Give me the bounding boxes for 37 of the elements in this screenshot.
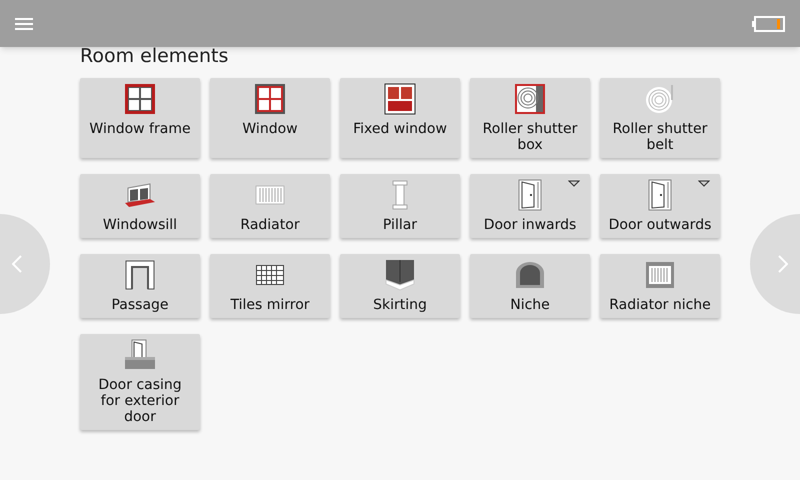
element-tile[interactable]: Door inwards	[470, 174, 590, 238]
element-tile[interactable]: Niche	[470, 254, 590, 318]
radiator-icon	[255, 184, 285, 206]
tile-grid-icon	[256, 265, 284, 285]
element-tile[interactable]: Roller shutter belt	[600, 78, 720, 158]
page-title: Room elements	[80, 44, 230, 68]
menu-icon[interactable]	[15, 18, 33, 30]
element-tile[interactable]: Passage	[80, 254, 200, 318]
element-tile[interactable]: Window frame	[80, 78, 200, 158]
windowsill-icon	[124, 182, 156, 208]
element-tile[interactable]: Skirting	[340, 254, 460, 318]
element-tile[interactable]: Radiator niche	[600, 254, 720, 318]
spiral-icon	[644, 83, 676, 115]
element-tile[interactable]: Door casing for exterior door	[80, 334, 200, 430]
door-casing-icon	[124, 339, 156, 371]
doorway-icon	[125, 260, 155, 290]
element-tile[interactable]: Tiles mirror	[210, 254, 330, 318]
element-tile[interactable]: Roller shutter box	[470, 78, 590, 158]
skirting-icon	[385, 259, 415, 291]
pillar-icon	[392, 180, 408, 210]
chevron-right-icon	[778, 255, 788, 273]
element-tile[interactable]: Pillar	[340, 174, 460, 238]
window-frame-icon	[124, 83, 156, 115]
shutter-box-icon	[514, 83, 546, 115]
window-icon	[254, 83, 286, 115]
battery-icon	[752, 16, 785, 32]
element-tile[interactable]: Door outwards	[600, 174, 720, 238]
element-tile[interactable]: Windowsill	[80, 174, 200, 238]
element-tile[interactable]: Fixed window	[340, 78, 460, 158]
chevron-left-icon	[12, 255, 22, 273]
niche-icon	[515, 261, 545, 289]
fixed-window-icon	[384, 83, 416, 115]
door-icon	[648, 179, 672, 211]
door-icon	[518, 179, 542, 211]
element-tile[interactable]: Radiator	[210, 174, 330, 238]
element-tile[interactable]: Window	[210, 78, 330, 158]
radiator-niche-icon	[645, 261, 675, 289]
